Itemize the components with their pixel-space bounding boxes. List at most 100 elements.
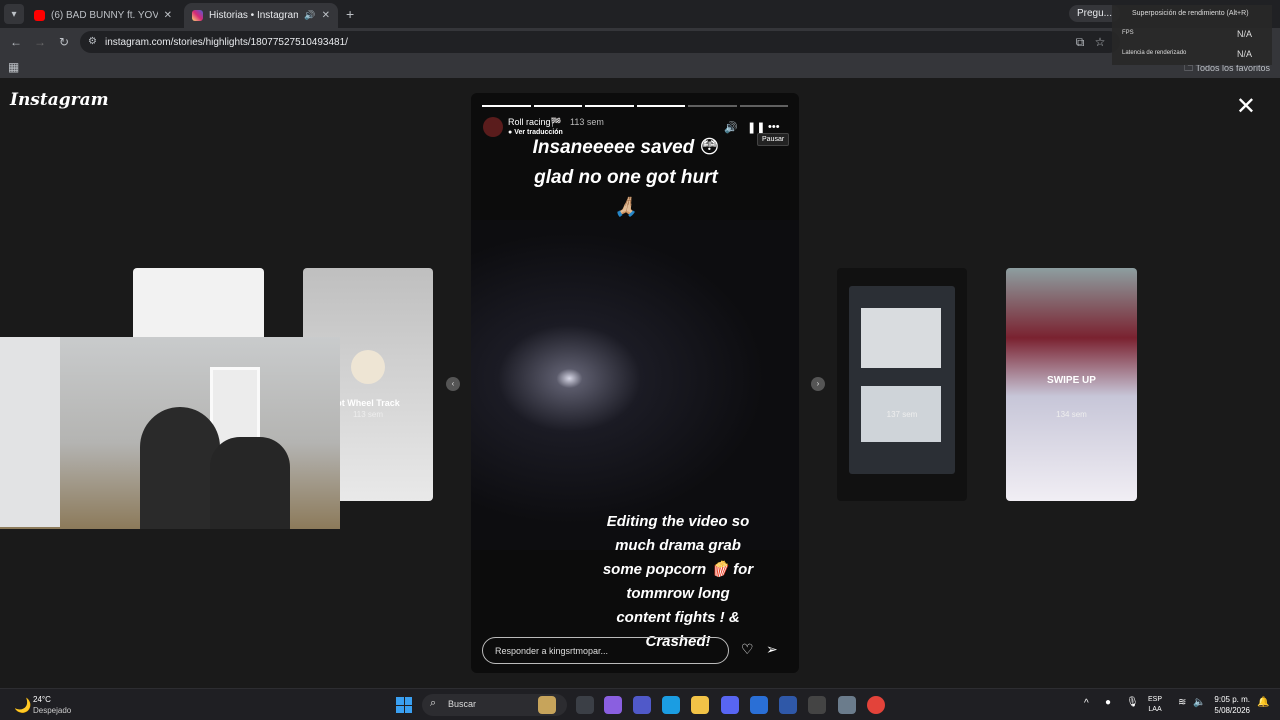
- search-label: Buscar: [448, 699, 477, 709]
- tab-instagram[interactable]: Historias • Instagram 🔊 ✕: [184, 3, 338, 28]
- progress-segment: [482, 105, 531, 107]
- widgets-icon[interactable]: [538, 696, 556, 714]
- story-age: 113 sem: [570, 117, 604, 127]
- latency-label: Latencia de renderizado: [1122, 50, 1187, 56]
- bookmark-star-icon[interactable]: ☆: [1092, 34, 1108, 50]
- lang-bottom: LAA: [1148, 706, 1162, 713]
- tray-app-icon[interactable]: ●: [1105, 697, 1111, 708]
- reply-input[interactable]: Responder a kingsrtmopar...: [482, 637, 729, 664]
- webcam-window: [0, 337, 60, 527]
- site-info-icon[interactable]: ⚙: [88, 36, 97, 47]
- thumb-age: 137 sem: [886, 410, 918, 419]
- forward-icon[interactable]: →: [32, 34, 48, 50]
- thumb-caption: SWIPE UP: [1047, 375, 1096, 386]
- wifi-icon[interactable]: ≋: [1178, 697, 1186, 708]
- address-bar[interactable]: ⚙ instagram.com/stories/highlights/18077…: [80, 31, 1120, 53]
- tab-strip: ▾ (6) BAD BUNNY ft. YOVNGCHIM... ✕ Histo…: [0, 0, 1280, 28]
- discord-icon[interactable]: [721, 696, 739, 714]
- progress-segment: [636, 105, 685, 107]
- reload-icon[interactable]: ↻: [56, 34, 72, 50]
- story-thumbnail[interactable]: 137 sem: [837, 268, 967, 501]
- notification-bell-icon[interactable]: 🔔: [1257, 697, 1269, 708]
- caption-line: much drama grab: [615, 537, 741, 554]
- chrome-icon[interactable]: [867, 696, 885, 714]
- volume-tray-icon[interactable]: 🔈: [1193, 697, 1205, 708]
- caption-line: glad no one got hurt: [534, 167, 718, 188]
- tab-youtube[interactable]: (6) BAD BUNNY ft. YOVNGCHIM... ✕: [26, 3, 180, 28]
- back-icon[interactable]: ←: [8, 34, 24, 50]
- tab-title: Historias • Instagram: [209, 10, 299, 21]
- new-tab-button[interactable]: +: [346, 6, 354, 22]
- weather-desc[interactable]: Despejado: [33, 706, 71, 715]
- apps-grid-icon[interactable]: ▦: [8, 60, 19, 74]
- close-icon[interactable]: ✕: [1236, 92, 1256, 121]
- webcam-person: [210, 437, 290, 529]
- edge-icon[interactable]: [662, 696, 680, 714]
- clock-time: 9:05 p. m.: [1214, 695, 1250, 704]
- thumb-age: 134 sem: [1056, 410, 1087, 419]
- story-progress: [482, 105, 788, 107]
- story-video[interactable]: [471, 220, 799, 550]
- search-icon: ⌕: [430, 697, 437, 709]
- fps-value: N/A: [1236, 29, 1252, 39]
- tab-search-button[interactable]: ▾: [4, 4, 24, 24]
- vscode-icon[interactable]: [750, 696, 768, 714]
- tab-title: (6) BAD BUNNY ft. YOVNGCHIM...: [51, 10, 158, 21]
- webcam-person: [140, 407, 220, 529]
- progress-segment: [533, 105, 582, 107]
- taskbar-clock[interactable]: 9:05 p. m. 5/08/2026: [1214, 694, 1250, 716]
- chevron-up-icon[interactable]: ^: [1084, 698, 1089, 709]
- story-viewer: Instagram ✕ ot Wheel Track 113 sem ‹ › R…: [0, 80, 1280, 688]
- thumb-car-image: [861, 308, 941, 368]
- copilot-icon[interactable]: [604, 696, 622, 714]
- lang-top: ESP: [1148, 696, 1163, 703]
- file-explorer-icon[interactable]: [691, 696, 709, 714]
- instagram-logo[interactable]: Instagram: [10, 90, 109, 110]
- taskbar: 🌙 24°C Despejado ⌕ Buscar ^ ● 🎙 ESP LAA …: [0, 688, 1280, 720]
- previous-story-button[interactable]: ‹: [446, 377, 460, 391]
- caption-line: 🙏🏼: [614, 197, 638, 218]
- overlay-title: Superposición de rendimiento (Alt+R): [1132, 10, 1249, 17]
- thumb-avatar: [351, 350, 385, 384]
- ea-app-icon[interactable]: [779, 696, 797, 714]
- task-view-icon[interactable]: [576, 696, 594, 714]
- speaker-icon[interactable]: 🔊: [304, 10, 315, 21]
- microphone-icon[interactable]: 🎙: [1126, 697, 1139, 708]
- send-icon[interactable]: ➢: [766, 641, 778, 658]
- weather-temp[interactable]: 24°C: [33, 695, 51, 704]
- caption-line: tommrow long: [626, 585, 730, 602]
- active-story[interactable]: Roll racing🏁 113 sem ● Ver traducción 🔊 …: [471, 93, 799, 673]
- moon-icon[interactable]: 🌙: [14, 697, 31, 714]
- caption-line: some popcorn 🍿 for: [602, 561, 754, 578]
- teams-icon[interactable]: [633, 696, 651, 714]
- fps-label: FPS: [1122, 30, 1134, 36]
- close-tab-icon[interactable]: ✕: [322, 10, 330, 21]
- progress-segment: [688, 105, 737, 107]
- youtube-icon: [34, 10, 45, 21]
- url-text: instagram.com/stories/highlights/1807752…: [105, 36, 348, 48]
- caption-line: Insaneeeee saved 😳: [532, 137, 720, 158]
- more-options-icon[interactable]: •••: [768, 121, 780, 133]
- progress-segment: [585, 105, 634, 107]
- webcam-overlay: [0, 337, 340, 529]
- story-caption-top: Insaneeeee saved 😳 glad no one got hurt …: [471, 133, 769, 223]
- close-tab-icon[interactable]: ✕: [164, 10, 172, 21]
- like-heart-icon[interactable]: ♡: [741, 641, 754, 658]
- browser-toolbar: ← → ↻ ⚙ instagram.com/stories/highlights…: [0, 28, 1280, 56]
- latency-value: N/A: [1236, 49, 1252, 59]
- bookmarks-bar: ▦ 🗀 Todos los favoritos: [0, 56, 1280, 78]
- windows-start-icon[interactable]: [396, 697, 412, 713]
- story-thumbnail[interactable]: SWIPE UP 134 sem: [1006, 268, 1137, 501]
- clock-date: 5/08/2026: [1214, 706, 1250, 715]
- caption-line: content fights ! &: [616, 609, 740, 626]
- progress-segment: [739, 105, 788, 107]
- obs-icon[interactable]: [808, 696, 826, 714]
- performance-overlay: Superposición de rendimiento (Alt+R) FPS…: [1112, 5, 1272, 65]
- caption-line: Editing the video so: [606, 513, 750, 530]
- install-icon[interactable]: ⧉: [1072, 34, 1088, 50]
- story-username[interactable]: Roll racing🏁: [508, 117, 562, 128]
- language-indicator[interactable]: ESP LAA: [1148, 695, 1162, 715]
- settings-gear-icon[interactable]: [838, 696, 856, 714]
- next-story-button[interactable]: ›: [811, 377, 825, 391]
- instagram-icon: [192, 10, 203, 21]
